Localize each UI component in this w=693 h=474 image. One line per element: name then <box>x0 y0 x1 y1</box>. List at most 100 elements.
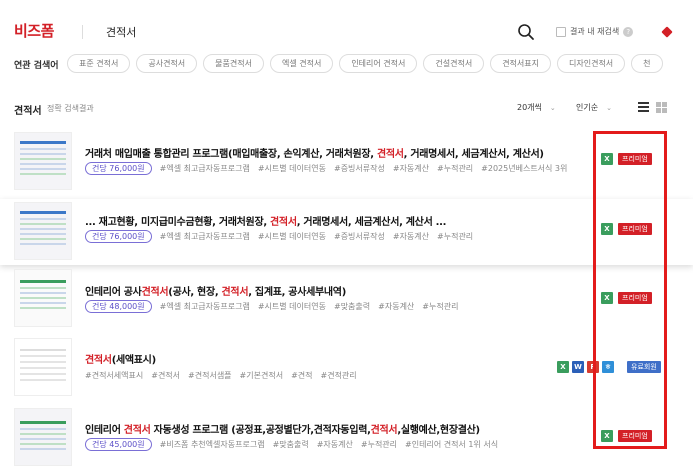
title-highlight: 견적서 <box>85 355 112 366</box>
title-text: 인테리어 <box>85 425 124 436</box>
keyword-chip[interactable]: 인테리어 견적서 <box>339 54 418 73</box>
item-thumbnail[interactable] <box>14 408 72 466</box>
tag[interactable]: #2025년베스트서식 3위 <box>481 163 567 174</box>
result-item[interactable]: 인테리어 견적서 자동생성 프로그램 (공정표,공정별단가,견적자동입력,견적서… <box>0 404 693 474</box>
title-text: , 거래명세서, 세금계산서, 계산서) <box>403 149 544 160</box>
keyword-chip[interactable]: 견적서표지 <box>490 54 551 73</box>
search-icon[interactable] <box>517 23 535 41</box>
price-badge: 건당 76,000원 <box>85 162 152 175</box>
help-icon[interactable]: ? <box>623 26 634 37</box>
related-keywords: 연관 검색어 표준 견적서 공사견적서 물품견적서 엑셀 견적서 인테리어 견적서 건설견… <box>0 52 693 76</box>
tag[interactable]: #시트별 데이터연동 <box>258 163 326 174</box>
item-thumbnail[interactable] <box>14 132 72 190</box>
keyword-chip[interactable]: 엑셀 견적서 <box>269 54 334 73</box>
bizform-logo[interactable]: 비즈폼 <box>14 20 54 41</box>
item-meta: 건당 76,000원 #엑셀 최고급자동프로그램 #시트별 데이터연동 #증빙서… <box>85 230 473 243</box>
item-thumbnail[interactable] <box>14 269 72 327</box>
tag[interactable]: #시트별 데이터연동 <box>258 231 326 242</box>
tag[interactable]: #증빙서류작성 <box>334 231 385 242</box>
tag[interactable]: #엑셀 최고급자동프로그램 <box>160 301 250 312</box>
title-highlight: 견적서 <box>370 425 398 436</box>
results-title: 견적서 <box>14 106 42 117</box>
item-title[interactable]: 거래처 매입매출 통합관리 프로그램(매입매출장, 손익계산, 거래처원장, 견… <box>85 145 544 160</box>
word-file-icon: W <box>572 361 584 373</box>
item-title[interactable]: 견적서(세액표시) <box>85 351 156 366</box>
item-badges: X 프리미엄 <box>601 292 652 304</box>
tag[interactable]: #시트별 데이터연동 <box>258 301 326 312</box>
price-badge: 건당 45,000원 <box>85 438 152 451</box>
title-text: 자동생성 프로그램 (공정표,공정별단가,견적자동입력, <box>150 425 371 436</box>
tag[interactable]: #맞춤출력 <box>273 439 309 450</box>
price-badge: 건당 76,000원 <box>85 230 152 243</box>
title-text: , 거래명세서, 세금계산서, 계산서 ... <box>296 217 447 228</box>
list-view-icon[interactable] <box>638 102 649 112</box>
tag[interactable]: #증빙서류작성 <box>334 163 385 174</box>
hwp-file-icon: ㅎ <box>602 361 614 373</box>
premium-badge: 프리미엄 <box>618 153 652 165</box>
excel-file-icon: X <box>601 292 613 304</box>
tag[interactable]: #자동계산 <box>378 301 414 312</box>
title-text: 인테리어 공사 <box>85 287 142 298</box>
item-badges: X 프리미엄 <box>601 430 652 442</box>
title-text: ... 재고현황, 미지급미수금현황, 거래처원장, <box>85 217 271 228</box>
tag[interactable]: #맞춤출력 <box>334 301 370 312</box>
item-title[interactable]: 인테리어 견적서 자동생성 프로그램 (공정표,공정별단가,견적자동입력,견적서… <box>85 421 480 436</box>
tag[interactable]: #자동계산 <box>317 439 353 450</box>
members-badge: 유료회원 <box>627 361 661 373</box>
premium-badge: 프리미엄 <box>618 223 652 235</box>
keyword-chip[interactable]: 공사견적서 <box>136 54 198 73</box>
keyword-chip[interactable]: 물품견적서 <box>203 54 264 73</box>
tag[interactable]: #견적관리 <box>321 370 357 381</box>
item-meta: 건당 76,000원 #엑셀 최고급자동프로그램 #시트별 데이터연동 #증빙서… <box>85 162 567 175</box>
tag[interactable]: #누적관리 <box>437 163 473 174</box>
excel-file-icon: X <box>601 430 613 442</box>
tag[interactable]: #자동계산 <box>393 163 429 174</box>
title-text: 거래처 매입매출 통합관리 프로그램(매입매출장, 손익계산, 거래처원장, <box>85 149 377 160</box>
item-title[interactable]: 인테리어 공사견적서(공사, 현장, 견적서, 집계표, 공사세부내역) <box>85 283 346 298</box>
title-text: ,실행예산,현장결산) <box>397 425 480 436</box>
tag[interactable]: #견적서샘플 <box>188 370 232 381</box>
item-thumbnail[interactable] <box>14 338 72 396</box>
item-title[interactable]: ... 재고현황, 미지급미수금현황, 거래처원장, 견적서, 거래명세서, 세… <box>85 213 446 228</box>
tag[interactable]: #누적관리 <box>422 301 458 312</box>
tag[interactable]: #누적관리 <box>361 439 397 450</box>
result-item[interactable]: 거래처 매입매출 통합관리 프로그램(매입매출장, 손익계산, 거래처원장, 견… <box>0 128 693 198</box>
keyword-chip-list: 표준 견적서 공사견적서 물품견적서 엑셀 견적서 인테리어 견적서 건설견적서 견적서표지… <box>67 54 669 73</box>
menu-diamond-icon[interactable] <box>661 26 673 38</box>
tag[interactable]: #비즈폼 추천엑셀자동프로그램 <box>160 439 265 450</box>
keyword-chip[interactable]: 표준 견적서 <box>67 54 131 73</box>
search-within-checkbox[interactable] <box>556 26 566 37</box>
title-highlight: 견적서 <box>376 149 404 160</box>
chevron-down-icon: ⌄ <box>549 104 556 112</box>
tag[interactable]: #견적서 <box>151 370 180 381</box>
header-divider <box>82 25 83 39</box>
tag[interactable]: #누적관리 <box>437 231 473 242</box>
tag[interactable]: #엑셀 최고급자동프로그램 <box>160 231 250 242</box>
tag[interactable]: #견적 <box>291 370 312 381</box>
result-item[interactable]: 인테리어 공사견적서(공사, 현장, 견적서, 집계표, 공사세부내역) 건당 … <box>0 266 693 332</box>
site-header: 비즈폼 견적서 결과 내 재검색 ? <box>0 0 693 50</box>
grid-view-icon[interactable] <box>656 102 667 113</box>
keyword-chip[interactable]: 건설견적서 <box>423 54 485 73</box>
excel-file-icon: X <box>601 153 613 165</box>
title-highlight: 견적서 <box>221 287 249 298</box>
sort-order-select[interactable]: 인기순 ⌄ <box>576 102 612 113</box>
related-keywords-label: 연관 검색어 <box>14 61 59 71</box>
title-text: (세액표시) <box>111 355 156 366</box>
title-text: (공사, 현장, <box>168 287 222 298</box>
tag[interactable]: #인테리어 견적서 1위 서식 <box>405 439 498 450</box>
keyword-chip[interactable]: 디자인견적서 <box>557 54 626 73</box>
tag[interactable]: #기본견적서 <box>240 370 284 381</box>
tag[interactable]: #엑셀 최고급자동프로그램 <box>160 163 250 174</box>
page-size-select[interactable]: 20개씩 ⌄ <box>517 102 556 113</box>
keyword-chip[interactable]: 천 <box>631 54 663 73</box>
search-within-results[interactable]: 결과 내 재검색 ? <box>556 26 634 37</box>
tag[interactable]: #견적서세액표시 <box>85 370 143 381</box>
result-item[interactable]: 견적서(세액표시) #견적서세액표시 #견적서 #견적서샘플 #기본견적서 #견… <box>0 334 693 400</box>
excel-file-icon: X <box>601 223 613 235</box>
result-item[interactable]: ... 재고현황, 미지급미수금현황, 거래처원장, 견적서, 거래명세서, 세… <box>0 199 693 265</box>
search-query[interactable]: 견적서 <box>106 24 136 40</box>
tag[interactable]: #자동계산 <box>393 231 429 242</box>
title-highlight: 견적서 <box>141 287 169 298</box>
item-thumbnail[interactable] <box>14 202 72 260</box>
